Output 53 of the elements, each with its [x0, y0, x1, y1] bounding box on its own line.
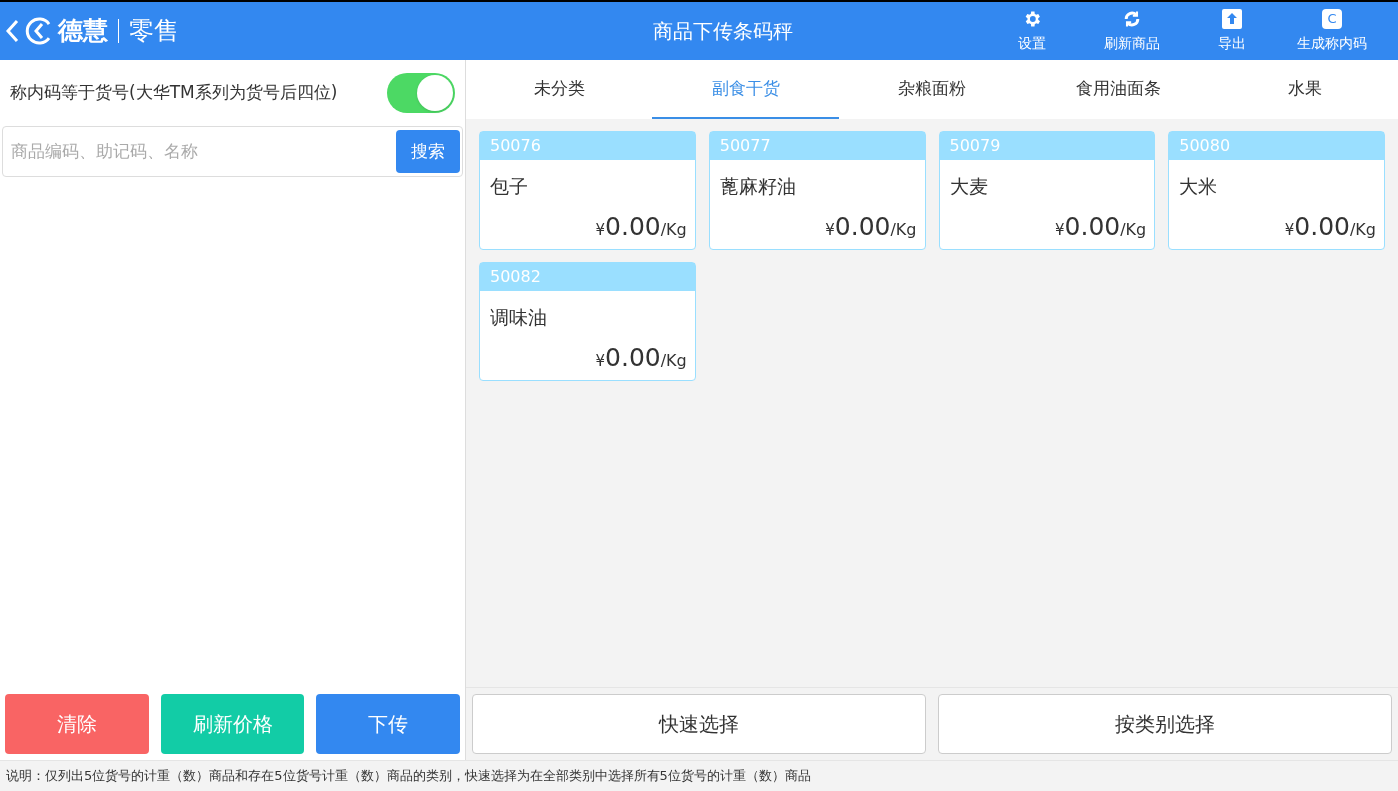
product-card[interactable]: 50082 调味油 ¥0.00/Kg [479, 262, 696, 381]
product-price: 0.00 [834, 210, 891, 243]
currency-sign: ¥ [595, 351, 606, 372]
product-code: 50080 [1179, 135, 1231, 157]
price-unit: /Kg [890, 219, 917, 241]
product-name: 大麦 [948, 174, 989, 199]
select-button[interactable]: 按类别选择 [938, 694, 1392, 754]
category-tab[interactable]: 食用油面条 [1025, 60, 1212, 119]
note-text: 说明：仅列出5位货号的计重（数）商品和存在5位货号计重（数）商品的类别，快速选择为在全部类别中选择所有5位货号的计重（数）商品 [6, 767, 811, 786]
select-button[interactable]: 快速选择 [472, 694, 926, 754]
product-name: 调味油 [489, 305, 548, 330]
toggle-switch[interactable] [387, 73, 455, 113]
currency-sign: ¥ [1284, 220, 1295, 241]
toolbar-button[interactable]: 刷新商品 [1082, 8, 1182, 54]
currency-sign: ¥ [595, 220, 606, 241]
product-name: 零售 [129, 15, 179, 48]
action-button[interactable]: 下传 [316, 694, 460, 754]
search-button[interactable]: 搜索 [396, 130, 460, 173]
product-price: 0.00 [1294, 210, 1350, 243]
back-icon[interactable] [4, 18, 20, 44]
currency-sign: ¥ [825, 219, 835, 241]
product-name: 包子 [489, 174, 529, 199]
upload-icon [1222, 8, 1242, 29]
toolbar-button[interactable]: 设置 [982, 8, 1082, 54]
toolbar-button[interactable]: 导出 [1182, 8, 1282, 54]
letter-icon: C [1322, 8, 1342, 29]
product-code: 50079 [949, 135, 1001, 157]
page-title: 商品下传条码秤 [653, 19, 793, 43]
price-unit: /Kg [660, 350, 687, 372]
price-unit: /Kg [1349, 219, 1376, 241]
price-unit: /Kg [660, 219, 687, 241]
category-tab[interactable]: 杂粮面粉 [838, 60, 1026, 119]
brand-name: 德慧 [58, 15, 108, 48]
product-card[interactable]: 50077 蓖麻籽油 ¥0.00/Kg [708, 131, 926, 250]
product-card[interactable]: 50079 大麦 ¥0.00/Kg [938, 131, 1156, 250]
product-name: 大米 [1178, 174, 1219, 199]
currency-sign: ¥ [1055, 219, 1065, 241]
search-field[interactable]: 商品编码、助记码、名称 搜索 [2, 126, 463, 177]
product-code: 50082 [490, 266, 541, 288]
option-label: 称内码等于货号(大华TM系列为货号后四位) [10, 81, 338, 105]
toolbar-button[interactable]: C 生成称内码 [1282, 8, 1382, 54]
category-tab[interactable]: 水果 [1211, 60, 1398, 119]
product-price: 0.00 [1064, 210, 1121, 243]
category-tab[interactable]: 未分类 [466, 60, 653, 119]
product-price: 0.00 [605, 341, 661, 374]
product-name: 蓖麻籽油 [718, 174, 797, 199]
product-card[interactable]: 50076 包子 ¥0.00/Kg [479, 131, 696, 250]
product-price: 0.00 [605, 210, 661, 243]
price-unit: /Kg [1120, 219, 1147, 241]
product-code: 50077 [719, 135, 771, 157]
product-code: 50076 [490, 135, 541, 157]
product-card[interactable]: 50080 大米 ¥0.00/Kg [1168, 131, 1385, 250]
category-tab[interactable]: 副食干货 [652, 60, 839, 119]
